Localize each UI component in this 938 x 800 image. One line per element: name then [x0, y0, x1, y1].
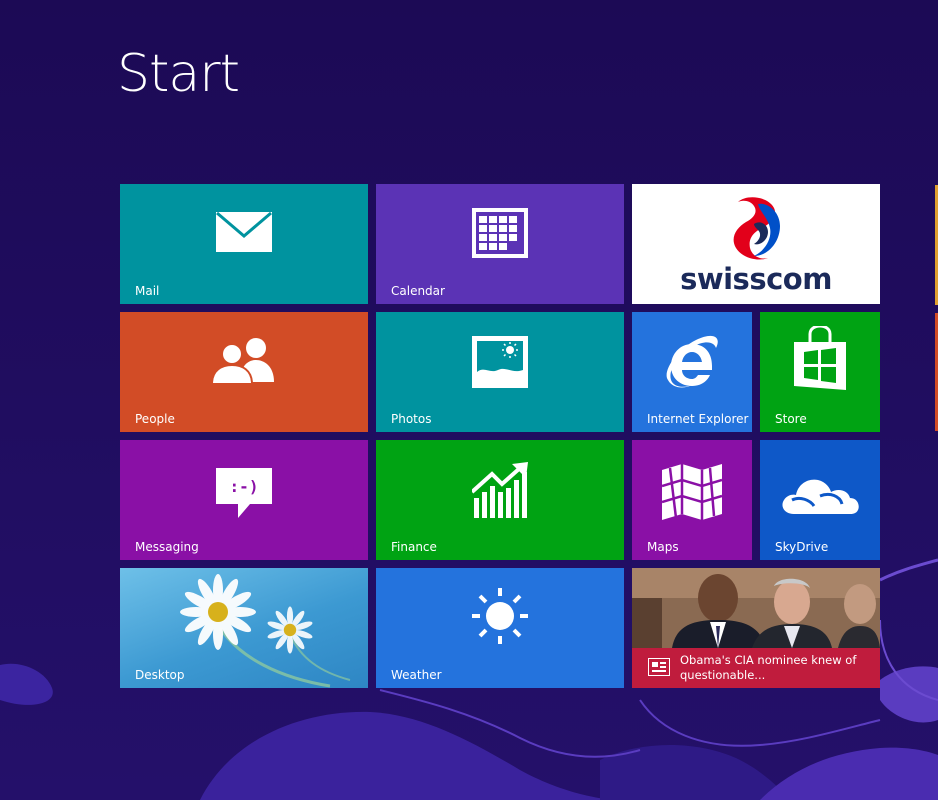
tile-mail-label: Mail	[135, 284, 160, 298]
tile-photos[interactable]: Photos	[376, 312, 624, 432]
finance-icon	[472, 462, 528, 518]
tile-internet-explorer-label: Internet Explorer	[647, 412, 749, 426]
tile-news[interactable]: Obama's CIA nominee knew of questionable…	[632, 568, 880, 688]
tile-mail[interactable]: Mail	[120, 184, 368, 304]
store-icon	[794, 326, 846, 390]
people-icon	[212, 338, 274, 384]
news-icon	[648, 658, 670, 676]
news-headline: Obama's CIA nominee knew of questionable…	[680, 653, 857, 682]
skydrive-icon	[782, 479, 859, 514]
tile-skydrive-label: SkyDrive	[775, 540, 829, 554]
tile-maps-label: Maps	[647, 540, 679, 554]
tile-maps[interactable]: Maps	[632, 440, 752, 560]
tile-finance[interactable]: Finance	[376, 440, 624, 560]
tile-calendar-label: Calendar	[391, 284, 445, 298]
internet-explorer-icon	[666, 335, 718, 388]
start-title: Start	[117, 44, 240, 104]
tile-messaging-label: Messaging	[135, 540, 199, 554]
swisscom-wordmark: swisscom	[680, 262, 832, 296]
sun-icon	[472, 588, 528, 644]
tile-photos-label: Photos	[391, 412, 432, 426]
tile-finance-label: Finance	[391, 540, 437, 554]
tile-calendar[interactable]: Calendar	[376, 184, 624, 304]
tile-store[interactable]: Store	[760, 312, 880, 432]
calendar-icon	[472, 208, 528, 258]
svg-text::-): :-)	[230, 477, 259, 496]
messaging-icon: :-)	[216, 468, 272, 518]
tile-desktop-label: Desktop	[135, 668, 185, 682]
mail-icon	[216, 212, 272, 252]
maps-icon	[662, 464, 722, 520]
tile-people-label: People	[135, 412, 175, 426]
photos-icon	[472, 336, 528, 388]
tile-internet-explorer[interactable]: Internet Explorer	[632, 312, 752, 432]
swisscom-logo	[733, 197, 780, 260]
tile-swisscom[interactable]: swisscom	[632, 184, 880, 304]
tile-weather[interactable]: Weather	[376, 568, 624, 688]
tile-people[interactable]: People	[120, 312, 368, 432]
tile-weather-label: Weather	[391, 668, 442, 682]
news-headline-bar: Obama's CIA nominee knew of questionable…	[632, 648, 880, 688]
news-photo	[632, 568, 880, 648]
tile-store-label: Store	[775, 412, 807, 426]
tile-desktop[interactable]: Desktop	[120, 568, 368, 688]
tile-skydrive[interactable]: SkyDrive	[760, 440, 880, 560]
tile-messaging[interactable]: :-) Messaging	[120, 440, 368, 560]
